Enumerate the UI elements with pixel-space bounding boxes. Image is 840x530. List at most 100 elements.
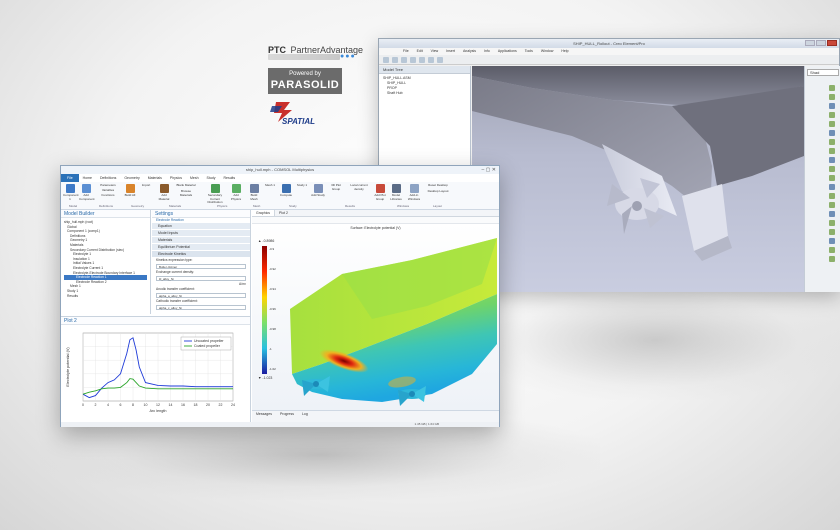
section-equilibrium[interactable]: Equilibrium Potential: [152, 244, 250, 251]
trim-icon[interactable]: [829, 220, 835, 226]
plot-group-button[interactable]: 3D Plot Group: [327, 183, 345, 191]
mirror-icon[interactable]: [829, 202, 835, 208]
chamfer-icon[interactable]: [829, 157, 835, 163]
draft-icon[interactable]: [829, 184, 835, 190]
reset-desktop-button[interactable]: Reset Desktop: [427, 183, 449, 188]
status-bar: 1.45 GB | 1.64 GB: [61, 422, 499, 427]
datum-plane-icon[interactable]: [829, 85, 835, 91]
browse-materials-button[interactable]: Browse Materials: [175, 189, 197, 197]
secondary-current-button[interactable]: Secondary Current Distribution: [203, 184, 227, 205]
offset-icon[interactable]: [829, 229, 835, 235]
comsol-window[interactable]: ship_hull.mph - COMSOL Multiphysics – ▢ …: [60, 165, 500, 427]
hole-icon[interactable]: [829, 139, 835, 145]
toolbar-print-icon[interactable]: [410, 57, 416, 63]
toolbar-open-icon[interactable]: [392, 57, 398, 63]
thicken-icon[interactable]: [829, 238, 835, 244]
anodic-input[interactable]: alpha_a_alloy_Ni: [156, 293, 246, 298]
toolbar-save-icon[interactable]: [401, 57, 407, 63]
add-component-button[interactable]: Add Component: [79, 184, 95, 201]
tab-home[interactable]: Home: [79, 174, 96, 182]
add-study-button[interactable]: Add Study: [311, 184, 325, 198]
study-select[interactable]: Study 1: [295, 183, 309, 188]
add-plot-group-button[interactable]: Add Plot Group: [373, 184, 387, 201]
revolve-icon[interactable]: [829, 130, 835, 136]
desktop-layout-button[interactable]: Desktop Layout: [427, 189, 449, 194]
minimize-button[interactable]: [805, 40, 815, 46]
compute-button[interactable]: Compute: [279, 184, 293, 198]
datum-point-icon[interactable]: [829, 103, 835, 109]
add-material-button[interactable]: Add Material: [157, 184, 171, 201]
menu-insert[interactable]: Insert: [446, 48, 455, 55]
exchange-input[interactable]: i0_alloy_Ni: [156, 276, 246, 281]
solidify-icon[interactable]: [829, 247, 835, 253]
section-electrode-kinetics[interactable]: Electrode Kinetics: [152, 251, 250, 258]
x-tick-label: 2: [95, 403, 97, 407]
analysis-icon[interactable]: [829, 256, 835, 262]
tab-graphics[interactable]: Graphics: [252, 210, 276, 216]
tab-progress[interactable]: Progress: [276, 411, 298, 422]
datum-axis-icon[interactable]: [829, 94, 835, 100]
build-all-button[interactable]: Build All: [123, 184, 137, 198]
functions-button[interactable]: Functions: [97, 193, 119, 198]
line-plot[interactable]: 0 2 4 6 8 10 12 14 16 18 20 22 24Uncoated propellerC…: [61, 325, 249, 421]
tab-results[interactable]: Results: [219, 174, 239, 182]
section-materials[interactable]: Materials: [152, 237, 250, 244]
component-button[interactable]: Component 1: [63, 184, 79, 201]
build-mesh-button[interactable]: Build Mesh: [247, 184, 261, 201]
tree-item-shaft[interactable]: Shaft Hub: [383, 91, 466, 96]
round-icon[interactable]: [829, 148, 835, 154]
section-equation[interactable]: Equation: [152, 223, 250, 230]
graphics-viewport[interactable]: Surface: Electrolyte potential (V) ▲ -0.…: [252, 224, 499, 410]
merge-icon[interactable]: [829, 211, 835, 217]
tree-node[interactable]: Results: [64, 294, 147, 299]
parasolid-text: PARASOLID: [270, 79, 340, 91]
menu-help[interactable]: Help: [561, 48, 568, 55]
blank-material-button[interactable]: Blank Material: [175, 183, 197, 188]
tab-file[interactable]: File: [61, 174, 79, 182]
section-model-inputs[interactable]: Model Inputs: [152, 230, 250, 237]
menu-analysis[interactable]: Analysis: [463, 48, 476, 55]
sketch-icon[interactable]: [829, 112, 835, 118]
import-button[interactable]: Import: [139, 183, 153, 188]
local-current-density-button[interactable]: Local current density: [347, 183, 371, 191]
window-controls[interactable]: – ▢ ✕: [482, 167, 496, 173]
menu-view[interactable]: View: [431, 48, 439, 55]
menu-info[interactable]: Info: [484, 48, 490, 55]
toolbar-regen-icon[interactable]: [437, 57, 443, 63]
close-button[interactable]: [827, 40, 837, 46]
tab-geometry[interactable]: Geometry: [120, 174, 143, 182]
add-in-windows-button[interactable]: Add-in Windows: [407, 184, 421, 201]
parameters-button[interactable]: Parameters: [97, 183, 119, 188]
kinetics-select[interactable]: Butler-Volmer: [156, 264, 246, 269]
model-libraries-button[interactable]: Model Libraries: [389, 184, 403, 201]
messages-bar: Messages Progress Log: [252, 410, 499, 422]
pattern-icon[interactable]: [829, 193, 835, 199]
menu-file[interactable]: File: [403, 48, 409, 55]
tab-materials[interactable]: Materials: [144, 174, 166, 182]
toolbar-redo-icon[interactable]: [428, 57, 434, 63]
cathodic-input[interactable]: alpha_c_alloy_Ni: [156, 305, 246, 310]
tab-log[interactable]: Log: [298, 411, 312, 422]
display-style-select[interactable]: Shad: [807, 69, 839, 76]
tab-definitions[interactable]: Definitions: [96, 174, 120, 182]
menu-window[interactable]: Window: [541, 48, 553, 55]
menu-tools[interactable]: Tools: [525, 48, 533, 55]
menu-edit[interactable]: Edit: [417, 48, 423, 55]
toolbar-new-icon[interactable]: [383, 57, 389, 63]
menu-applications[interactable]: Applications: [498, 48, 517, 55]
rib-icon[interactable]: [829, 175, 835, 181]
shell-icon[interactable]: [829, 166, 835, 172]
tab-study[interactable]: Study: [203, 174, 220, 182]
colorbar-tick: -0.94: [269, 287, 276, 291]
mesh-select[interactable]: Mesh 1: [263, 183, 277, 188]
variables-button[interactable]: Variables: [97, 188, 119, 193]
tab-physics[interactable]: Physics: [166, 174, 186, 182]
add-physics-button[interactable]: Add Physics: [229, 184, 243, 201]
tab-messages[interactable]: Messages: [252, 411, 276, 422]
tab-mesh[interactable]: Mesh: [186, 174, 203, 182]
maximize-button[interactable]: [816, 40, 826, 46]
extrude-icon[interactable]: [829, 121, 835, 127]
toolbar-undo-icon[interactable]: [419, 57, 425, 63]
tab-plot2[interactable]: Plot 2: [275, 210, 292, 216]
cad-3d-viewport[interactable]: [472, 66, 804, 292]
